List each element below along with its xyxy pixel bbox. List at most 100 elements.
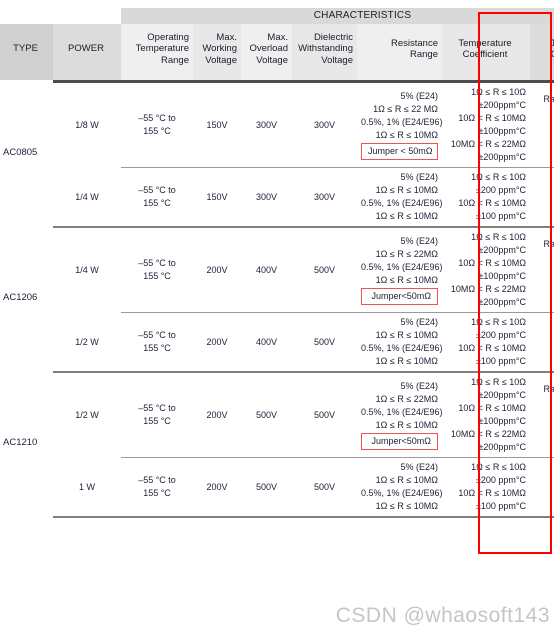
cell-resistance-range: 5% (E24) 1Ω ≤ R ≤ 22MΩ 0.5%, 1% (E24/E96) 1… <box>357 373 443 457</box>
cell-text: ±200 ppm°C <box>475 475 526 485</box>
cell-jumper-criteria <box>530 458 554 516</box>
cell-text: ±100ppm°C <box>478 126 526 136</box>
cell-resistance-range: 5% (E24) 1Ω ≤ R ≤ 10MΩ 0.5%, 1% (E24/E96) 1… <box>357 458 443 516</box>
cell-text: 400V <box>255 264 278 275</box>
cell-text: 1Ω ≤ R ≤ 10MΩ <box>375 330 438 340</box>
cell-text: ±200 ppm°C <box>475 330 526 340</box>
cell-text: 1Ω ≤ R ≤ 10Ω <box>471 317 526 327</box>
cell-type <box>0 313 53 371</box>
cell-text: ±200ppm°C <box>478 297 526 307</box>
cell-power: 1/4 W <box>53 168 121 226</box>
cell-max-overload-voltage: 500V <box>241 373 292 457</box>
column-header-jumper-criteria: Jumper Criteria <box>530 24 554 80</box>
separator-segment <box>0 516 53 518</box>
cell-temperature-coefficient: 1Ω ≤ R ≤ 10Ω ±200 ppm°C 10Ω < R ≤ 10MΩ ±100… <box>442 313 530 371</box>
cell-operating-temperature-range: –55 °C to 155 °C <box>121 313 193 371</box>
cell-text: 500V <box>313 264 336 275</box>
column-header-operating-temperature-range: Operating Temperature Range <box>121 24 193 80</box>
cell-text: 1Ω ≤ R ≤ 22MΩ <box>375 248 438 259</box>
cell-text: Maximum <box>534 264 554 277</box>
cell-power: 1/4 W <box>53 228 121 312</box>
cell-resistance-range: 5% (E24) 1Ω ≤ R ≤ 10MΩ 0.5%, 1% (E24/E96) 1… <box>357 313 443 371</box>
cell-text: –55 °C to <box>138 258 176 268</box>
cell-text: 10Ω < R ≤ 10MΩ <box>458 113 526 123</box>
cell-max-working-voltage: 200V <box>193 228 241 312</box>
cell-text: ±200ppm°C <box>478 442 526 452</box>
cell-max-overload-voltage: 300V <box>241 83 292 167</box>
cell-max-overload-voltage: 300V <box>241 168 292 226</box>
cell-text: 1Ω ≤ R ≤ 10MΩ <box>375 475 438 485</box>
cell-text: ±100ppm°C <box>478 416 526 426</box>
cell-text: Current <box>534 277 554 290</box>
cell-text: 5A <box>534 145 554 158</box>
cell-text: 2A <box>534 251 554 264</box>
cell-text: Rated Current <box>543 238 554 249</box>
table-row: 1/2 W –55 °C to 155 °C 200V 400V 500V 5% (E24)… <box>0 313 554 371</box>
cell-text: 10MΩ < R ≤ 22MΩ <box>450 429 526 439</box>
column-header-max-working-voltage: Max. Working Voltage <box>193 24 241 80</box>
cell-text: 5% (E24) <box>400 462 438 472</box>
cell-text: Rated Current <box>543 383 554 394</box>
cell-max-overload-voltage: 400V <box>241 313 292 371</box>
cell-text: 1Ω ≤ R ≤ 10Ω <box>471 377 526 387</box>
cell-text: 0.5%, 1% (E24/E96) <box>361 406 443 417</box>
cell-text: 155 °C <box>143 416 171 426</box>
table-row: AC0805 1/8 W –55 °C to 155 °C 150V 300V 300V 5%… <box>0 83 554 167</box>
cell-text: 300V <box>255 191 278 202</box>
cell-text: 1Ω ≤ R ≤ 10MΩ <box>375 419 438 430</box>
cell-text: 10Ω < R ≤ 10MΩ <box>458 403 526 413</box>
cell-text: 5% (E24) <box>400 90 438 101</box>
cell-jumper-criteria <box>530 313 554 371</box>
cell-text: 1Ω ≤ R ≤ 10MΩ <box>375 356 438 366</box>
row-separator-major <box>0 516 554 518</box>
cell-text: 300V <box>313 119 336 130</box>
cell-text: 1Ω ≤ R ≤ 22MΩ <box>375 393 438 404</box>
cell-text: 200V <box>206 409 228 420</box>
cell-text: 500V <box>313 481 336 492</box>
cell-text: 5% (E24) <box>400 317 438 327</box>
cell-text: Current <box>534 422 554 435</box>
jumper-spec-highlight: Jumper<50mΩ <box>361 432 438 450</box>
cell-text: AC1206 <box>3 292 38 303</box>
cell-temperature-coefficient: 1Ω ≤ R ≤ 10Ω ±200ppm°C 10Ω < R ≤ 10MΩ ±100p… <box>442 228 530 312</box>
column-header-dielectric-withstanding-voltage: Dielectric Withstanding Voltage <box>292 24 357 80</box>
cell-text: 1Ω ≤ R ≤ 10Ω <box>471 172 526 182</box>
separator-segment <box>53 516 554 518</box>
cell-max-working-voltage: 150V <box>193 83 241 167</box>
cell-resistance-range: 5% (E24) 1Ω ≤ R ≤ 22MΩ 0.5%, 1% (E24/E96) 1… <box>357 228 443 312</box>
cell-text: 155 °C <box>143 126 171 136</box>
cell-text: 1/2 W <box>75 409 99 420</box>
cell-text: 5% (E24) <box>400 172 438 182</box>
column-header-row: TYPE POWER Operating Temperature Range M… <box>0 24 554 80</box>
cell-text: ±200 ppm°C <box>475 185 526 195</box>
cell-text: –55 °C to <box>138 113 176 123</box>
cell-text: ±200ppm°C <box>478 152 526 162</box>
table-row: AC1210 1/2 W –55 °C to 155 °C 200V 500V 500V 5%… <box>0 373 554 457</box>
cell-text: 1Ω ≤ R ≤ 10Ω <box>471 462 526 472</box>
cell-power: 1/2 W <box>53 373 121 457</box>
cell-text: 0.5%, 1% (E24/E96) <box>361 198 443 208</box>
jumper-spec-wrapper: Jumper<50mΩ <box>361 432 438 450</box>
cell-temperature-coefficient: 1Ω ≤ R ≤ 10Ω ±200 ppm°C 10Ω < R ≤ 10MΩ ±100… <box>442 168 530 226</box>
cell-text: 1Ω ≤ R ≤ 10Ω <box>471 87 526 97</box>
cell-text: 1Ω ≤ R ≤ 22 MΩ <box>373 103 438 114</box>
cell-jumper-criteria: Rated Current 2AMaximumCurrent10A <box>530 373 554 457</box>
cell-resistance-range: 5% (E24) 1Ω ≤ R ≤ 10MΩ 0.5%, 1% (E24/E96) 1… <box>357 168 443 226</box>
cell-text: 300V <box>255 119 278 130</box>
cell-text: 500V <box>313 409 336 420</box>
column-header-type: TYPE <box>0 24 53 80</box>
cell-text: ±200ppm°C <box>478 245 526 255</box>
jumper-spec-highlight: Jumper<50mΩ <box>361 287 438 305</box>
cell-type: AC1206 <box>0 228 53 312</box>
cell-type: AC1210 <box>0 373 53 457</box>
cell-temperature-coefficient: 1Ω ≤ R ≤ 10Ω ±200ppm°C 10Ω < R ≤ 10MΩ ±100p… <box>442 373 530 457</box>
cell-text: 1/2 W <box>75 336 99 347</box>
cell-max-working-voltage: 200V <box>193 373 241 457</box>
cell-text: 155 °C <box>143 488 171 498</box>
cell-text: 155 °C <box>143 198 171 208</box>
cell-text: 0.5%, 1% (E24/E96) <box>361 343 443 353</box>
cell-text: 5% (E24) <box>400 235 438 246</box>
column-header-temperature-coefficient: Temperature Coefficient <box>442 24 530 80</box>
cell-text: 1Ω ≤ R ≤ 10Ω <box>471 232 526 242</box>
cell-text: 1Ω ≤ R ≤ 10MΩ <box>375 274 438 285</box>
